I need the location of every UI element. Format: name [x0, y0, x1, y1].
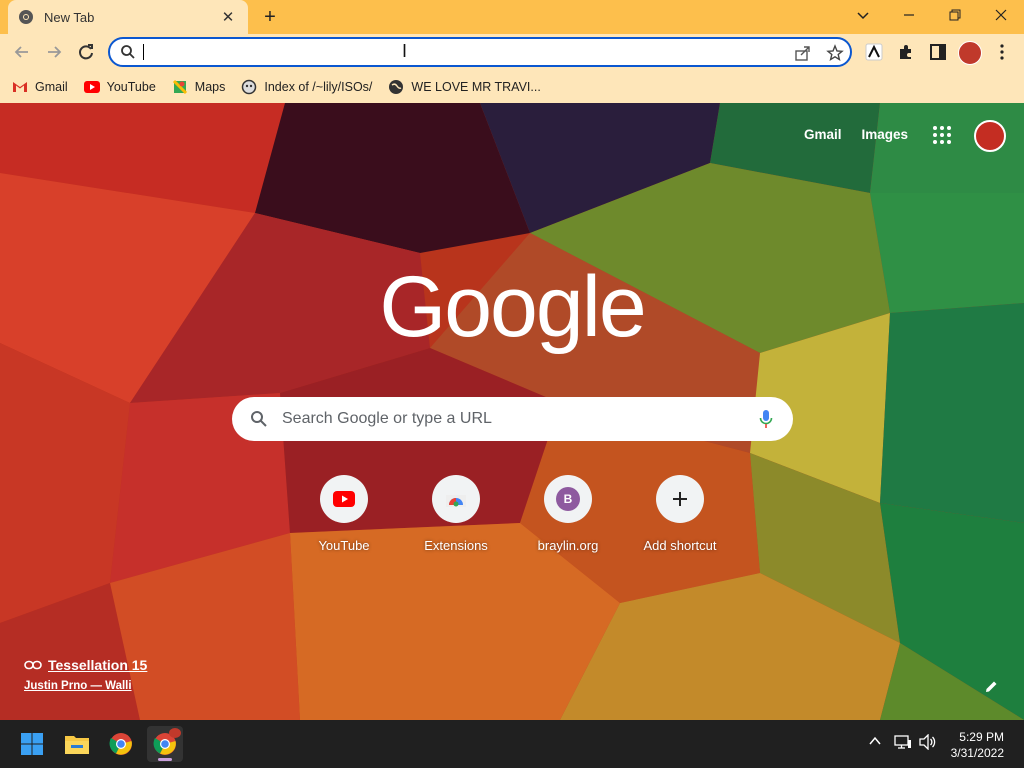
close-icon [995, 9, 1007, 21]
network-icon[interactable] [894, 734, 912, 750]
gmail-icon [12, 79, 28, 95]
restore-button[interactable] [932, 0, 978, 30]
address-bar[interactable]: I [108, 37, 852, 67]
clock-time: 5:29 PM [959, 730, 1004, 744]
shortcut-label: Add shortcut [643, 538, 717, 553]
images-link[interactable]: Images [861, 127, 908, 142]
shortcut-label: YouTube [318, 538, 370, 553]
bookmark-youtube[interactable]: YouTube [83, 79, 156, 95]
windows-logo-icon [21, 733, 43, 755]
profile-avatar[interactable] [958, 41, 982, 65]
profile-badge [169, 728, 181, 738]
plus-icon [656, 475, 704, 523]
bookmark-label: WE LOVE MR TRAVI... [411, 79, 541, 94]
arrow-right-icon [48, 46, 62, 58]
system-clock[interactable]: 5:29 PM 3/31/2022 [951, 729, 1004, 761]
arrow-left-icon [14, 46, 28, 58]
new-tab-page: Gmail Images Google Search Google or typ… [0, 103, 1024, 720]
search-icon [121, 45, 135, 59]
forward-button[interactable] [40, 38, 68, 66]
youtube-icon [83, 79, 100, 95]
tab-title: New Tab [44, 9, 95, 25]
extension-icon[interactable] [862, 40, 886, 64]
shortcut-extensions[interactable]: Extensions [400, 475, 512, 553]
bookmark-label: Maps [194, 79, 226, 94]
minimize-button[interactable] [886, 0, 932, 30]
top-links: Gmail Images [804, 127, 908, 142]
google-logo: Google [379, 259, 646, 355]
chrome-profile-taskbar-button[interactable] [147, 726, 183, 762]
attribution-title: Tessellation 15 [48, 657, 148, 673]
tab-new-tab[interactable]: New Tab ✕ [8, 0, 248, 34]
shortcut-label: Extensions [424, 538, 488, 553]
ntp-search-box[interactable]: Search Google or type a URL [232, 397, 793, 441]
bookmark-label: Gmail [35, 79, 68, 94]
file-explorer-button[interactable] [59, 726, 95, 762]
title-bar: New Tab ✕ + [0, 0, 1024, 34]
text-caret [143, 44, 144, 60]
index-icon [241, 79, 257, 95]
gmail-link[interactable]: Gmail [804, 127, 842, 142]
microphone-icon[interactable] [759, 409, 773, 429]
side-panel-icon [930, 44, 946, 60]
youtube-icon [320, 475, 368, 523]
search-placeholder: Search Google or type a URL [282, 410, 492, 427]
back-button[interactable] [8, 38, 36, 66]
shortcut-letter: B [564, 492, 573, 506]
chrome-icon [19, 10, 33, 24]
close-window-button[interactable] [978, 0, 1024, 30]
tab-close-button[interactable]: ✕ [218, 8, 238, 26]
bookmark-maps[interactable]: Maps [172, 79, 226, 95]
bookmark-we-love[interactable]: WE LOVE MR TRAVI... [388, 79, 541, 95]
start-button[interactable] [14, 726, 50, 762]
windows-taskbar: 5:29 PM 3/31/2022 [0, 720, 1024, 768]
share-icon[interactable] [794, 44, 812, 62]
bookmark-label: YouTube [106, 79, 156, 94]
menu-button[interactable] [990, 40, 1014, 64]
globe-icon [388, 79, 404, 95]
customize-pencil-icon[interactable] [984, 680, 998, 694]
mouse-cursor-ibeam: I [402, 41, 408, 61]
bookmark-gmail[interactable]: Gmail [12, 79, 68, 95]
add-shortcut-button[interactable]: Add shortcut [624, 475, 736, 553]
chevron-down-icon [857, 12, 869, 20]
bookmarks-bar: Gmail YouTube Maps Index of /~lily/ISOs/… [0, 70, 1024, 103]
reload-icon [79, 44, 93, 60]
maps-icon [172, 79, 188, 95]
chevron-up-icon[interactable] [868, 734, 882, 748]
extensions-button[interactable] [894, 40, 918, 64]
kebab-menu-icon [1000, 44, 1004, 60]
chrome-taskbar-button[interactable] [103, 726, 139, 762]
star-icon[interactable] [826, 44, 844, 62]
account-avatar[interactable] [974, 120, 1006, 152]
search-icon [251, 411, 267, 427]
shortcut-braylin[interactable]: B braylin.org [512, 475, 624, 553]
arc-extension-icon [865, 43, 883, 61]
attribution-title-link[interactable]: Tessellation 15 [24, 657, 147, 673]
shortcut-youtube[interactable]: YouTube [288, 475, 400, 553]
clock-date: 3/31/2022 [950, 746, 1004, 760]
toolbar: I [0, 34, 1024, 70]
puzzle-icon [900, 45, 911, 59]
letter-avatar-icon: B [544, 475, 592, 523]
background-attribution: Tessellation 15 Justin Prno — Walli [24, 657, 147, 692]
apps-grid-icon[interactable] [932, 125, 952, 145]
bookmark-index[interactable]: Index of /~lily/ISOs/ [241, 79, 372, 95]
folder-icon [65, 736, 89, 754]
side-panel-button[interactable] [926, 40, 950, 64]
bookmark-label: Index of /~lily/ISOs/ [264, 79, 373, 94]
new-tab-button[interactable]: + [258, 5, 282, 29]
volume-icon[interactable] [919, 734, 937, 750]
restore-icon [949, 9, 961, 21]
chrome-icon [109, 733, 132, 755]
active-indicator [158, 758, 172, 761]
link-icon [24, 660, 42, 670]
attribution-author-link[interactable]: Justin Prno — Walli [24, 680, 147, 692]
minimize-icon [904, 14, 914, 16]
tab-search-button[interactable] [840, 0, 886, 30]
chrome-web-store-icon [432, 475, 480, 523]
shortcut-label: braylin.org [537, 538, 599, 553]
reload-button[interactable] [72, 38, 100, 66]
